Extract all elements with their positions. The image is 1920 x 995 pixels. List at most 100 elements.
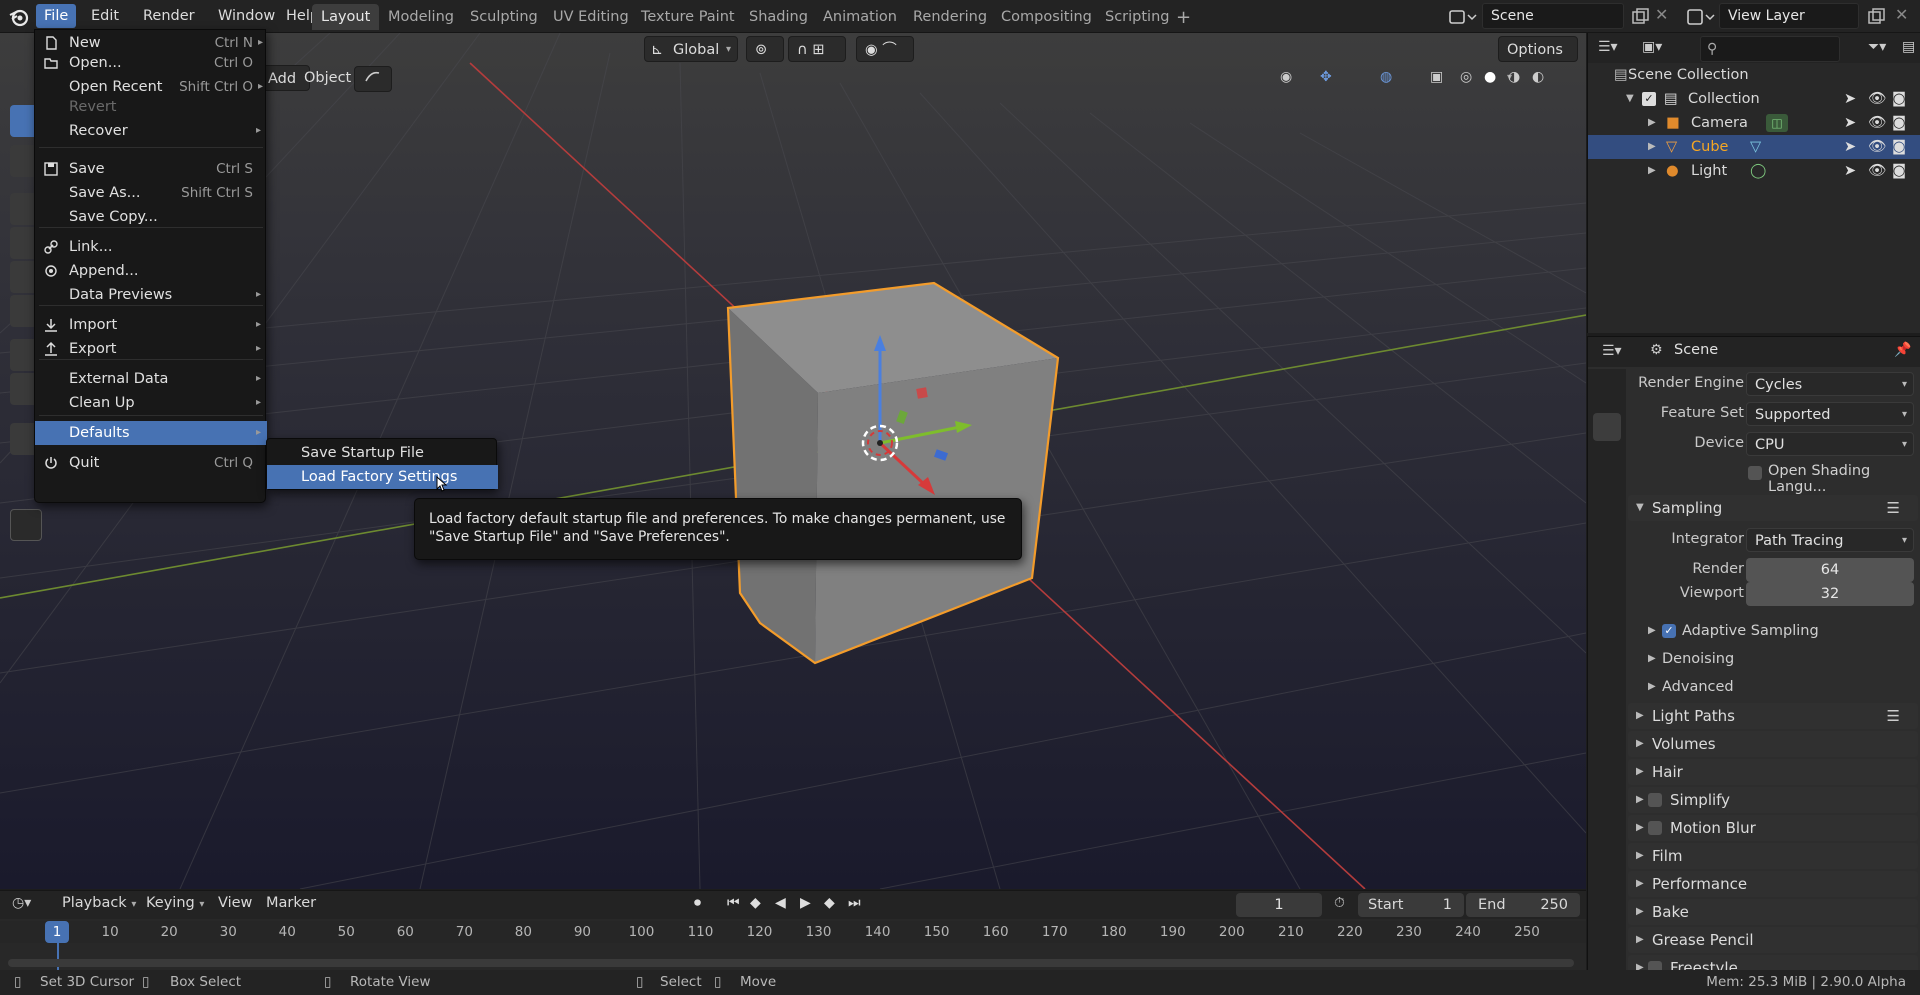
wireframe-shading-icon[interactable]: ◎ [1460,69,1472,85]
expand-triangle-icon[interactable]: ▶ [1648,111,1656,135]
sampling-panel-header[interactable]: ▼ Sampling ☰ [1628,495,1918,521]
transform-orientation-dropdown[interactable]: Global ⊾ ▾ [644,36,738,62]
adaptive-sampling-checkbox[interactable]: ✓ [1662,624,1676,638]
jump-keyframe-forward-icon[interactable]: ◆ [824,895,835,911]
rendered-shading-icon[interactable]: ◐ [1532,69,1544,85]
view-layer-field[interactable]: View Layer [1719,3,1859,29]
tab-uv-editing[interactable]: UV Editing [544,4,638,30]
playback-menu[interactable]: Playback ▾ [62,895,136,911]
menu-render[interactable]: Render [135,4,203,28]
object-mode-toggle-icon[interactable] [10,509,42,541]
remove-view-layer-icon[interactable]: ✕ [1895,5,1908,24]
remove-scene-icon[interactable]: ✕ [1655,5,1668,24]
tab-scripting[interactable]: Scripting [1096,4,1178,30]
pin-icon[interactable]: 📌 [1894,342,1911,358]
save-startup-file-item[interactable]: Save Startup File [267,441,498,465]
stopwatch-icon[interactable]: ⏱ [1334,895,1345,911]
solid-shading-icon[interactable]: ● [1484,69,1496,85]
eye-icon[interactable]: 👁 [1868,87,1886,111]
eye-icon[interactable]: 👁 [1868,135,1886,159]
simplify-checkbox[interactable] [1648,793,1662,807]
file-menu-item-save-copy[interactable]: Save Copy... [35,205,267,229]
filter-icon[interactable]: ⏷▾ [1868,39,1886,55]
render-engine-dropdown[interactable]: Cycles ▾ [1746,372,1914,396]
view-menu[interactable]: View [218,895,252,911]
outliner-row-light[interactable]: ▶ ● Light ◯ ➤ 👁 ◙ [1588,159,1920,183]
camera-render-icon[interactable]: ◙ [1892,135,1906,159]
motion-blur-panel-header[interactable]: ▶ Motion Blur [1628,815,1918,841]
grease-pencil-panel-header[interactable]: ▶ Grease Pencil [1628,927,1918,953]
menu-window[interactable]: Window [210,4,283,28]
light-paths-panel-header[interactable]: ▶ Light Paths ☰ [1628,703,1918,729]
hair-panel-header[interactable]: ▶ Hair [1628,759,1918,785]
options-dropdown[interactable]: Options ▾ [1498,36,1578,83]
outliner-row-camera[interactable]: ▶ ■ Camera ◫ ➤ 👁 ◙ [1588,111,1920,135]
marker-menu[interactable]: Marker [266,895,316,911]
menu-edit[interactable]: Edit [83,4,127,28]
camera-render-icon[interactable]: ◙ [1892,87,1906,111]
file-menu-item-data-previews[interactable]: Data Previews ▸ [35,283,267,307]
advanced-header[interactable]: ▶ Advanced [1640,675,1918,699]
select-arrow-icon[interactable]: ➤ [1844,135,1856,159]
view-layer-icon[interactable] [1686,7,1718,27]
viewport-samples-field[interactable]: 32 [1746,582,1914,606]
file-menu-item-append[interactable]: Append... [35,259,267,283]
display-mode-icon[interactable]: ▣▾ [1642,39,1662,55]
play-icon[interactable]: ▶ [800,895,811,911]
jump-end-icon[interactable]: ⏭ [848,895,861,911]
tab-compositing[interactable]: Compositing [992,4,1101,30]
tab-rendering[interactable]: Rendering [904,4,996,30]
adaptive-sampling-header[interactable]: ▶ ✓ Adaptive Sampling [1640,619,1918,643]
material-tab-icon[interactable] [1593,773,1621,801]
xray-icon[interactable]: ▣ [1430,69,1443,85]
camera-data-icon[interactable]: ◫ [1766,114,1788,132]
volumes-panel-header[interactable]: ▶ Volumes [1628,731,1918,757]
timeline-scrollbar[interactable] [8,959,1574,967]
scene-tab-icon[interactable] [1593,509,1621,537]
start-frame-field[interactable]: Start 1 [1358,893,1464,917]
osl-checkbox[interactable] [1748,466,1762,480]
tab-animation[interactable]: Animation [814,4,906,30]
checkbox-icon[interactable]: ✓ [1642,92,1656,106]
physics-tab-icon[interactable] [1593,677,1621,705]
device-dropdown[interactable]: CPU ▾ [1746,432,1914,456]
add-workspace-icon[interactable]: + [1176,7,1191,28]
freestyle-checkbox[interactable] [1648,961,1662,970]
modifier-tab-icon[interactable] [1593,613,1621,641]
playhead[interactable]: 1 [45,921,69,943]
motion-blur-checkbox[interactable] [1648,821,1662,835]
scene-selector-icon[interactable] [1448,7,1480,27]
scene-collection-row[interactable]: ▤ Scene Collection [1588,63,1920,87]
file-menu-item-export[interactable]: Export ▸ [35,337,267,361]
outliner-row-collection[interactable]: ▼ ✓ ▤ Collection ➤ 👁 ◙ [1588,87,1920,111]
presets-icon[interactable]: ☰ [1887,703,1900,729]
blender-logo-icon[interactable] [8,7,30,27]
bake-panel-header[interactable]: ▶ Bake [1628,899,1918,925]
current-frame-field[interactable]: 1 [1236,893,1322,917]
particles-tab-icon[interactable] [1593,645,1621,673]
end-frame-field[interactable]: End 250 [1466,893,1580,917]
tab-texture-paint[interactable]: Texture Paint [632,4,744,30]
object-tab-icon[interactable] [1593,581,1621,609]
camera-render-icon[interactable]: ◙ [1892,111,1906,135]
file-menu-item-quit[interactable]: Quit Ctrl Q [35,451,267,475]
constraints-tab-icon[interactable] [1593,709,1621,737]
tab-shading[interactable]: Shading [740,4,817,30]
file-menu-item-save[interactable]: Save Ctrl S [35,157,267,181]
data-tab-icon[interactable] [1593,741,1621,769]
material-shading-icon[interactable]: ◑ [1508,69,1520,85]
file-menu-item-import[interactable]: Import ▸ [35,313,267,337]
file-menu-item-clean-up[interactable]: Clean Up ▸ [35,391,267,415]
expand-triangle-icon[interactable]: ▶ [1648,159,1656,183]
jump-start-icon[interactable]: ⏮ [727,895,740,911]
record-icon[interactable]: ⏺ [694,895,701,911]
jump-keyframe-back-icon[interactable]: ◆ [750,895,761,911]
texture-tab-icon[interactable] [1593,813,1621,841]
new-collection-icon[interactable]: ▤ [1902,39,1915,55]
file-menu-item-defaults[interactable]: Defaults ▸ [35,421,267,445]
integrator-dropdown[interactable]: Path Tracing ▾ [1746,528,1914,552]
play-reverse-icon[interactable]: ◀ [775,895,786,911]
feature-set-dropdown[interactable]: Supported ▾ [1746,402,1914,426]
menu-file[interactable]: File [36,4,77,28]
expand-triangle-icon[interactable]: ▼ [1626,87,1634,111]
